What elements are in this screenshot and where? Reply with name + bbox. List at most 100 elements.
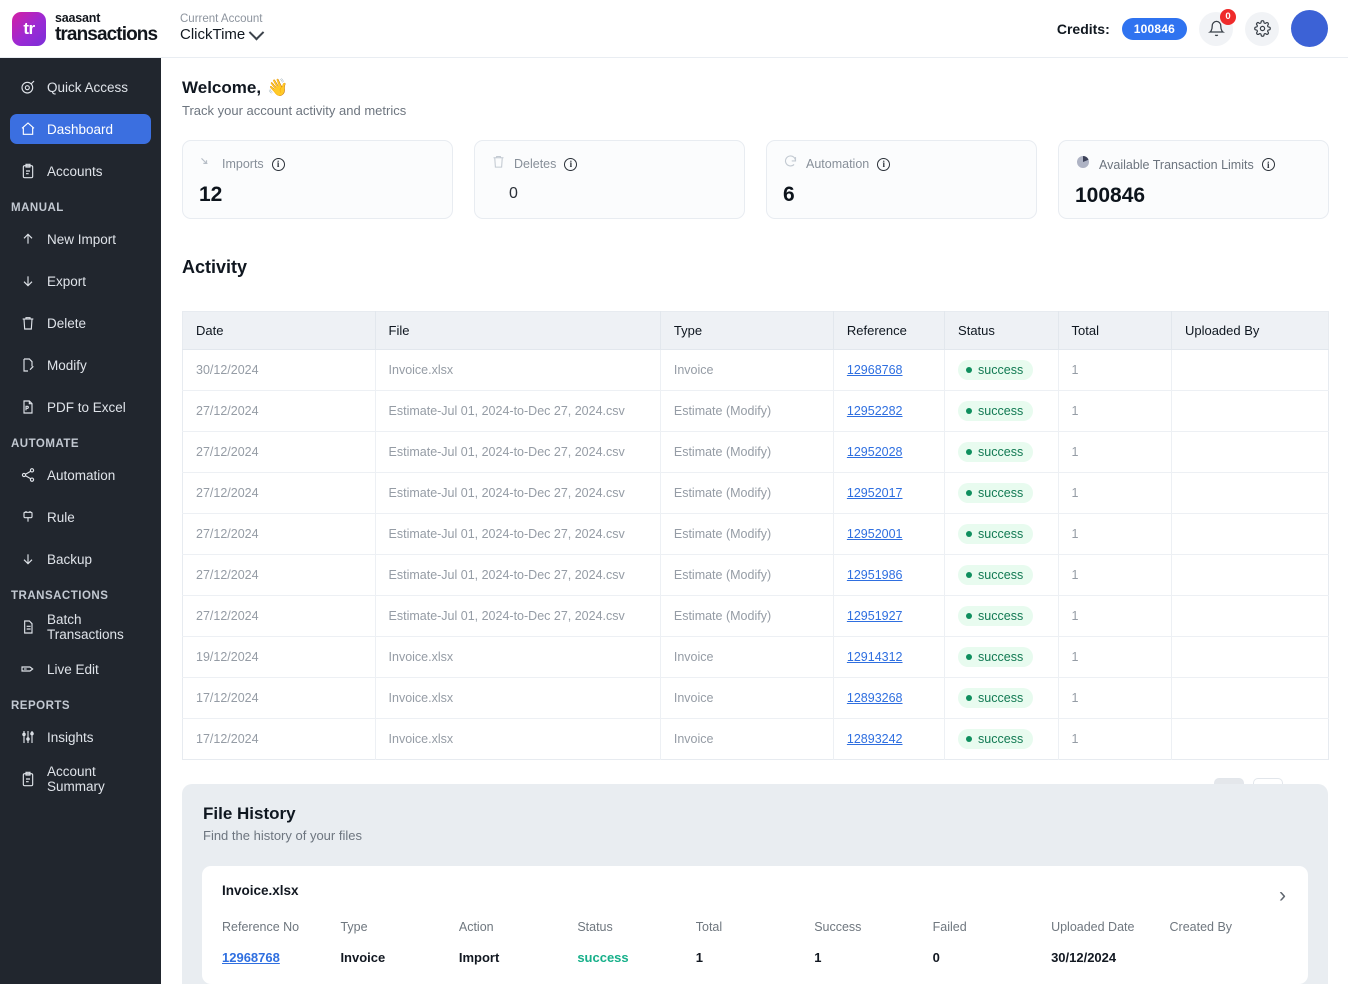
- file-history-section: File History Find the history of your fi…: [182, 784, 1328, 984]
- table-row[interactable]: 27/12/2024 Estimate-Jul 01, 2024-to-Dec 2…: [182, 595, 1329, 637]
- status-text: success: [978, 486, 1024, 500]
- sidebar-item-label: Account Summary: [47, 764, 105, 794]
- cell-type: Estimate (Modify): [660, 472, 834, 514]
- info-icon[interactable]: i: [271, 157, 285, 171]
- sidebar-item-live-edit[interactable]: Live Edit: [10, 654, 151, 684]
- brand-logo[interactable]: tr saasant transactions: [0, 11, 168, 46]
- cell-uploaded-by: [1171, 554, 1329, 596]
- sidebar-item-quick-access[interactable]: Quick Access: [10, 72, 151, 102]
- sidebar-item-new-import[interactable]: New Import: [10, 224, 151, 254]
- sidebar-item-backup[interactable]: Backup: [10, 544, 151, 574]
- table-row[interactable]: 30/12/2024 Invoice.xlsx Invoice 12968768 suc…: [182, 349, 1329, 391]
- cell-uploaded-by: [1171, 472, 1329, 514]
- chevron-down-icon[interactable]: [249, 24, 265, 41]
- sidebar-item-label: Delete: [47, 315, 87, 331]
- table-row[interactable]: 27/12/2024 Estimate-Jul 01, 2024-to-Dec 2…: [182, 513, 1329, 555]
- main-content: Welcome, 👋 Track your account activity a…: [161, 58, 1348, 984]
- settings-button[interactable]: [1245, 11, 1279, 46]
- sidebar-item-pdf-to-excel[interactable]: PDF to Excel: [10, 392, 151, 422]
- page-subtitle: Track your account activity and metrics: [182, 103, 407, 118]
- stats-cards: Imports i 12 Deletes i 0 Automation i 6 …: [161, 118, 1348, 219]
- cell-type: Estimate (Modify): [660, 595, 834, 637]
- status-dot-icon: [966, 490, 973, 496]
- current-account-selector[interactable]: Current Account ClickTime: [180, 13, 265, 43]
- table-row[interactable]: 19/12/2024 Invoice.xlsx Invoice 12914312 suc…: [182, 636, 1329, 678]
- file-history-field: Reference No 12968768: [222, 920, 340, 965]
- reference-link[interactable]: 12952017: [847, 486, 903, 500]
- sidebar-item-label: Backup: [47, 551, 93, 567]
- table-row[interactable]: 27/12/2024 Estimate-Jul 01, 2024-to-Dec 2…: [182, 390, 1329, 432]
- gear-icon: [1253, 20, 1271, 37]
- info-icon[interactable]: i: [1261, 158, 1275, 171]
- stat-value: 100846: [1075, 184, 1146, 207]
- file-history-entry[interactable]: Invoice.xlsx › Reference No 12968768 Type I…: [202, 866, 1308, 984]
- cell-total: 1: [1058, 554, 1172, 596]
- file-history-field: Type Invoice: [340, 920, 458, 965]
- table-row[interactable]: 27/12/2024 Estimate-Jul 01, 2024-to-Dec 2…: [182, 554, 1329, 596]
- file-history-field-header: Action: [458, 920, 494, 934]
- tag-edit-icon: [20, 661, 36, 677]
- status-text: success: [978, 650, 1024, 664]
- reference-link[interactable]: 12952028: [847, 445, 903, 459]
- reference-link[interactable]: 12951986: [847, 568, 903, 582]
- column-header-type: Type: [660, 311, 834, 350]
- sidebar-item-automation[interactable]: Automation: [10, 460, 151, 490]
- sidebar-item-delete[interactable]: Delete: [10, 308, 151, 338]
- cell-status: success: [944, 472, 1059, 514]
- sidebar-item-export[interactable]: Export: [10, 266, 151, 296]
- sidebar-item-rule[interactable]: Rule: [10, 502, 151, 532]
- sidebar-item-label: New Import: [47, 231, 117, 247]
- info-icon[interactable]: i: [564, 157, 578, 171]
- cell-type: Invoice: [660, 349, 834, 391]
- sidebar-item-dashboard[interactable]: Dashboard: [10, 114, 151, 144]
- reference-link[interactable]: 12893268: [847, 691, 903, 705]
- cell-reference: 12968768: [833, 349, 946, 391]
- file-history-file-name: Invoice.xlsx: [222, 883, 299, 898]
- status-dot-icon: [966, 449, 973, 455]
- reference-link[interactable]: 12952001: [847, 527, 903, 541]
- file-history-field: Action Import: [459, 920, 577, 965]
- trash-icon: [491, 154, 506, 174]
- reference-link[interactable]: 12893242: [847, 732, 903, 746]
- chevron-right-icon[interactable]: ›: [1279, 884, 1286, 908]
- stat-card-automation: Automation i 6: [766, 140, 1037, 219]
- sidebar-item-account-summary[interactable]: Account Summary: [10, 764, 151, 794]
- status-badge: success: [958, 565, 1034, 585]
- table-row[interactable]: 17/12/2024 Invoice.xlsx Invoice 12893268 suc…: [182, 677, 1329, 719]
- stat-value: 0: [509, 185, 518, 202]
- table-row[interactable]: 17/12/2024 Invoice.xlsx Invoice 12893242 suc…: [182, 718, 1329, 760]
- file-history-title: File History: [203, 804, 296, 823]
- column-header-date: Date: [182, 311, 376, 350]
- file-history-field-header: Status: [577, 920, 613, 934]
- user-avatar[interactable]: [1291, 10, 1328, 47]
- sidebar-item-modify[interactable]: Modify: [10, 350, 151, 380]
- sidebar-item-insights[interactable]: Insights: [10, 722, 151, 752]
- home-icon: [20, 121, 36, 137]
- cell-date: 27/12/2024: [182, 595, 376, 637]
- sidebar-item-accounts[interactable]: Accounts: [10, 156, 151, 186]
- sidebar-nav: Quick Access Dashboard Accounts MANUAL N…: [0, 58, 161, 984]
- notifications-button[interactable]: 0: [1199, 8, 1236, 46]
- reference-link[interactable]: 12968768: [847, 363, 903, 377]
- file-pdf-icon: [20, 399, 36, 415]
- sidebar-item-batch-transactions[interactable]: Batch Transactions: [10, 612, 151, 642]
- sidebar-item-label: Automation: [47, 467, 116, 483]
- table-row[interactable]: 27/12/2024 Estimate-Jul 01, 2024-to-Dec 2…: [182, 431, 1329, 473]
- info-icon[interactable]: i: [877, 157, 891, 171]
- table-row[interactable]: 27/12/2024 Estimate-Jul 01, 2024-to-Dec 2…: [182, 472, 1329, 514]
- cell-file: Invoice.xlsx: [375, 636, 661, 678]
- file-history-field-value: success: [577, 950, 629, 965]
- status-badge: success: [958, 647, 1034, 667]
- reference-link[interactable]: 12951927: [847, 609, 903, 623]
- sidebar-item-label: Quick Access: [47, 79, 129, 95]
- page-title: Welcome, 👋: [182, 78, 1348, 98]
- stat-value: 6: [783, 183, 795, 206]
- file-history-field-value[interactable]: 12968768: [222, 950, 340, 965]
- cell-status: success: [944, 636, 1059, 678]
- cell-total: 1: [1058, 349, 1172, 391]
- file-history-field-header: Total: [695, 920, 723, 934]
- cell-reference: 12914312: [833, 636, 946, 678]
- reference-link[interactable]: 12952282: [847, 404, 903, 418]
- reference-link[interactable]: 12914312: [847, 650, 903, 664]
- document-icon: [20, 619, 36, 635]
